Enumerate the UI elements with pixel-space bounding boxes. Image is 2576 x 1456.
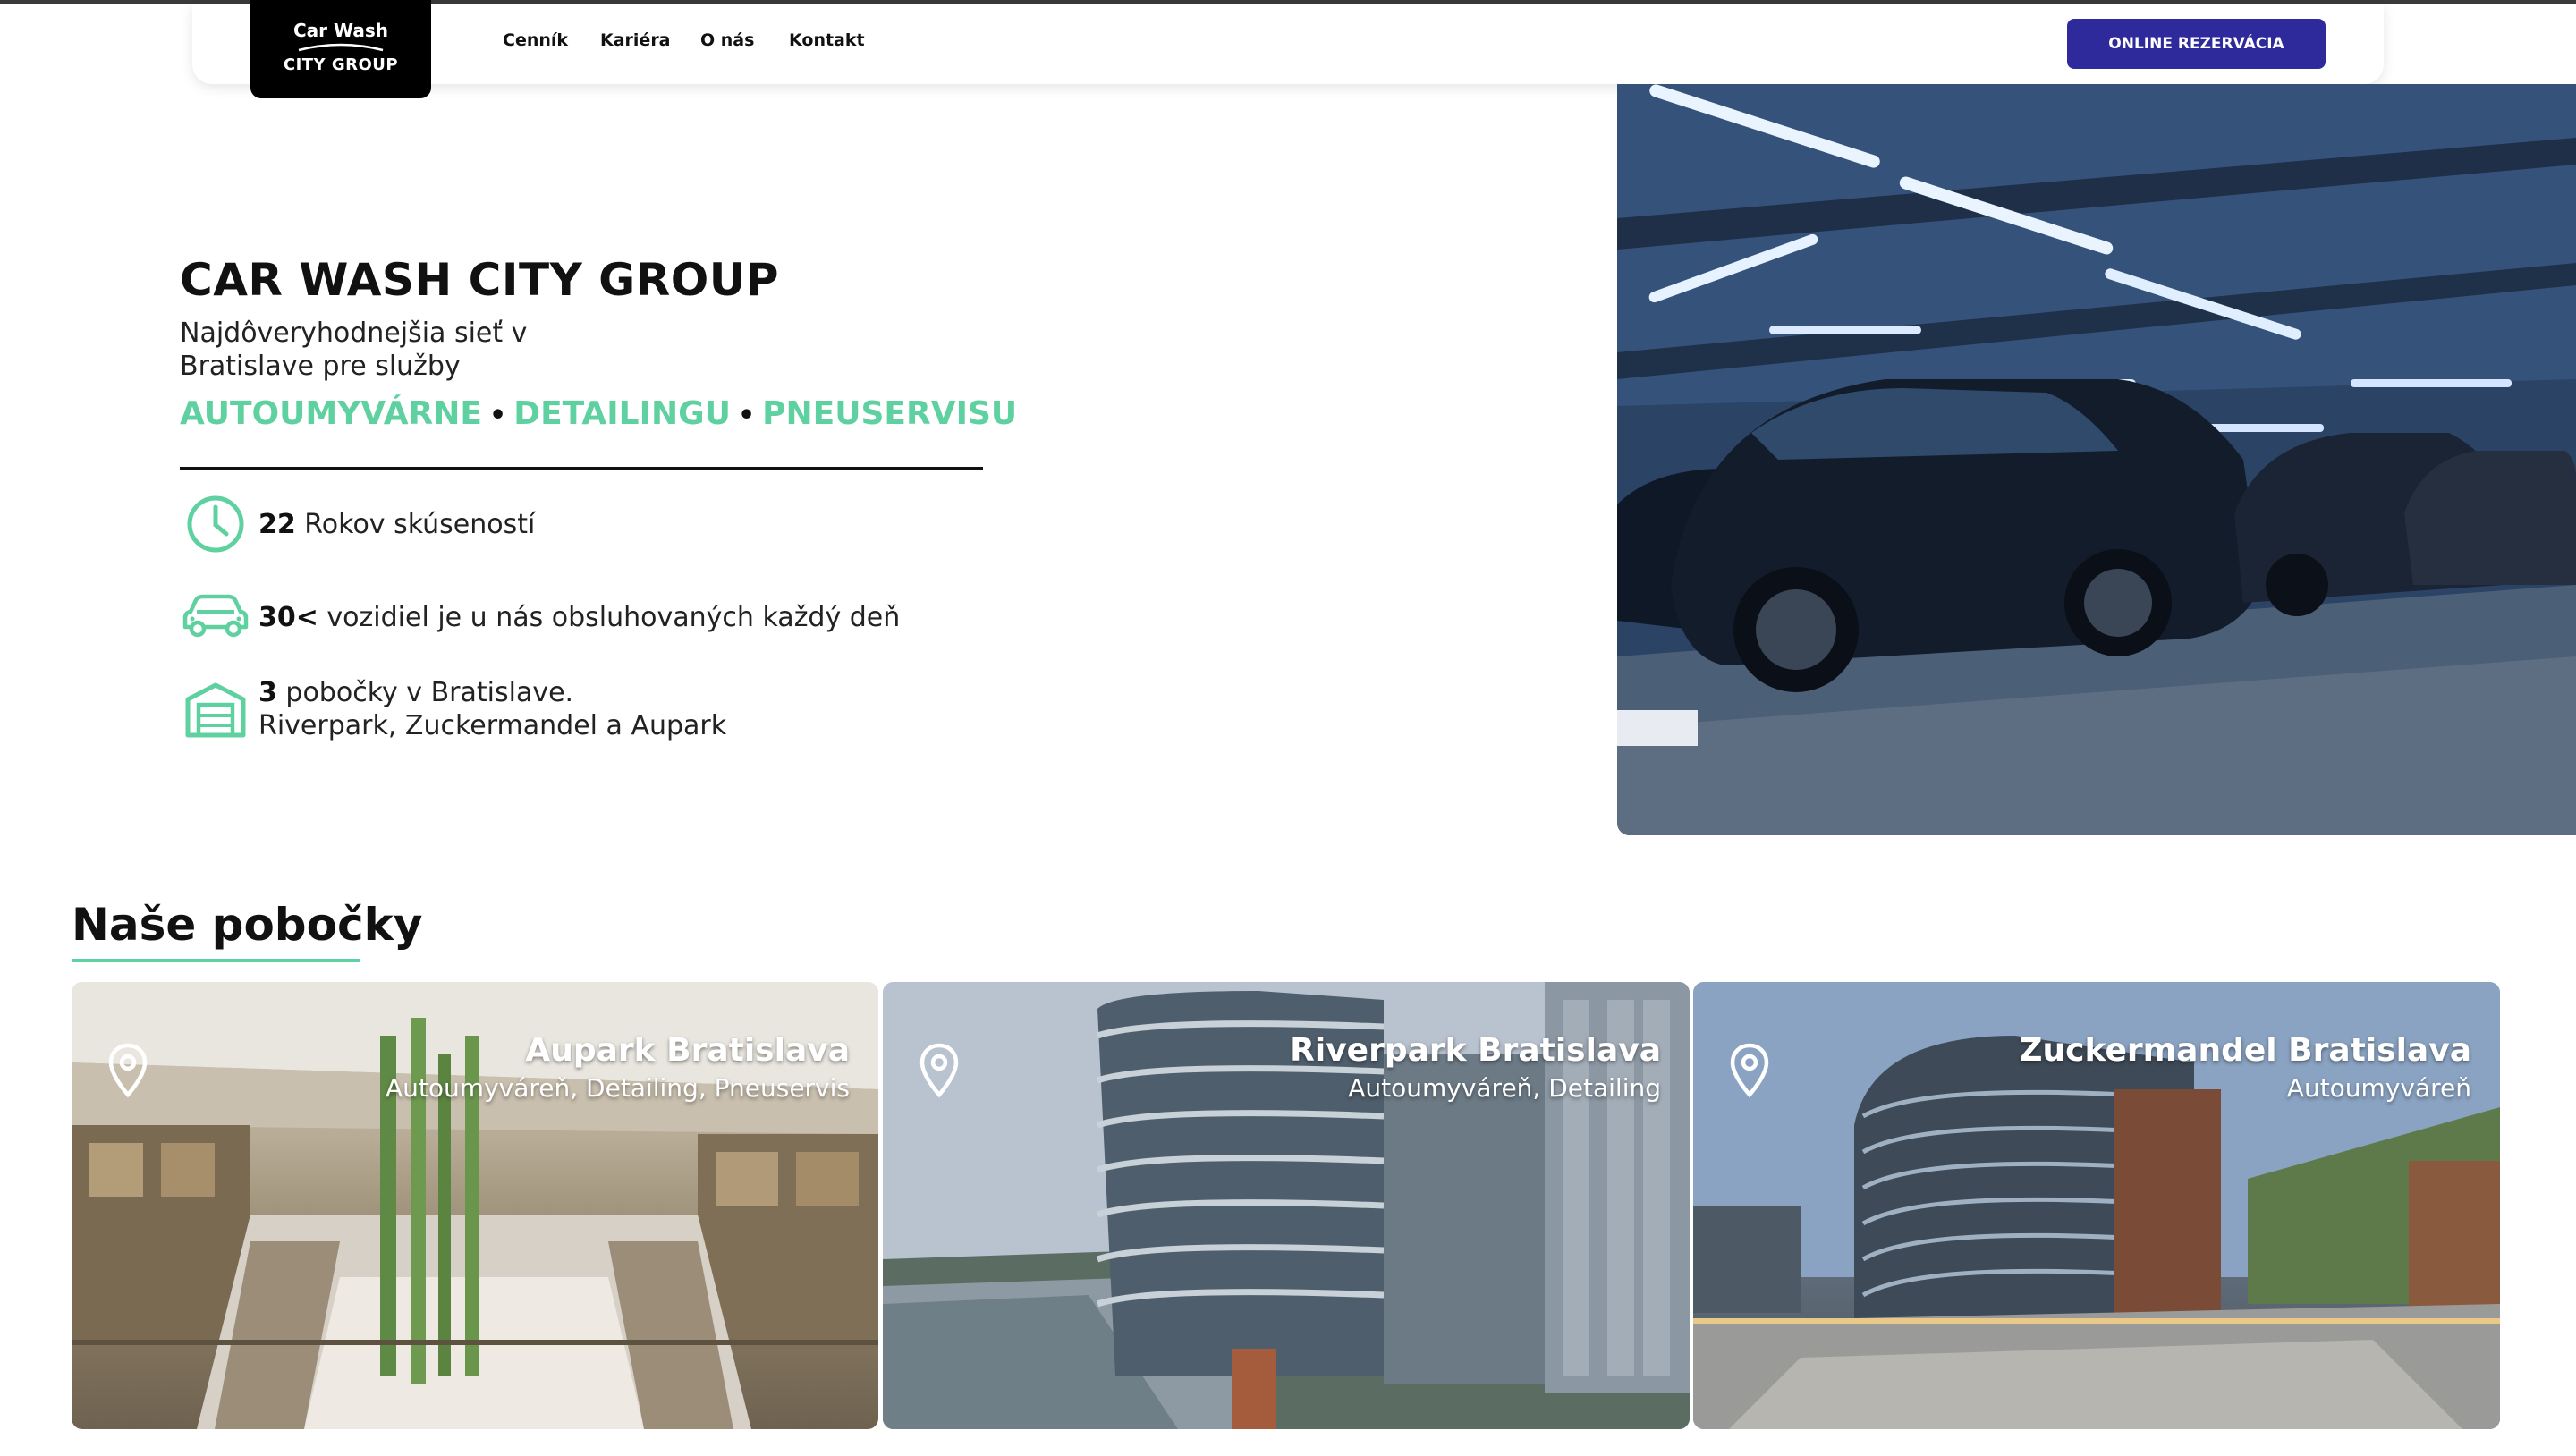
branch-card-riverpark[interactable]: Riverpark Bratislava Autoumyváreň, Detai…: [883, 982, 1690, 1429]
service-separator: •: [489, 400, 507, 431]
nav-item-kontakt[interactable]: Kontakt: [789, 30, 865, 50]
service-tire: PNEUSERVISU: [762, 395, 1018, 432]
hero-title: CAR WASH CITY GROUP: [180, 254, 779, 306]
nav-item-o-nas[interactable]: O nás: [700, 30, 754, 50]
branch-services: Autoumyváreň: [2286, 1073, 2471, 1103]
location-pin-icon: [1730, 1043, 1769, 1098]
branch-name: Aupark Bratislava: [525, 1032, 850, 1069]
clock-icon: [187, 495, 244, 553]
stat-years-label: Rokov skúseností: [295, 509, 536, 540]
car-wash-scene: [1617, 84, 2576, 835]
branch-card-aupark[interactable]: Aupark Bratislava Autoumyváreň, Detailin…: [72, 982, 878, 1429]
branch-card-zuckermandel[interactable]: Zuckermandel Bratislava Autoumyváreň: [1693, 982, 2500, 1429]
logo-line1: Car Wash: [293, 20, 388, 41]
stat-years-value: 22: [258, 509, 296, 540]
service-carwash: AUTOUMYVÁRNE: [180, 395, 482, 432]
branches-title-underline: [72, 959, 360, 962]
car-icon: [182, 594, 249, 638]
online-reservation-button[interactable]: ONLINE REZERVÁCIA: [2067, 19, 2326, 69]
stat-vehicles-label: vozidiel je u nás obsluhovaných každý de…: [318, 602, 901, 633]
branch-name: Zuckermandel Bratislava: [2019, 1032, 2471, 1069]
service-separator: •: [737, 400, 756, 431]
stat-vehicles: 30< vozidiel je u nás obsluhovaných každ…: [258, 601, 900, 634]
branch-services: Autoumyváreň, Detailing: [1348, 1073, 1661, 1103]
stat-branches: 3 pobočky v Bratislave. Riverpark, Zucke…: [258, 676, 726, 742]
branches-title: Naše pobočky: [72, 899, 423, 951]
service-detailing: DETAILINGU: [513, 395, 731, 432]
logo-swoosh-icon: [298, 43, 384, 52]
nav-item-cennik[interactable]: Cenník: [503, 30, 568, 50]
garage-icon: [185, 682, 246, 738]
location-pin-icon: [919, 1043, 959, 1098]
hero-divider: [180, 467, 983, 470]
stat-years: 22 Rokov skúseností: [258, 508, 535, 541]
stat-vehicles-value: 30<: [258, 602, 318, 633]
hero-car-wash-image: [1617, 84, 2576, 835]
nav-item-kariera[interactable]: Kariéra: [600, 30, 671, 50]
hero-services: AUTOUMYVÁRNE • DETAILINGU • PNEUSERVISU: [180, 395, 1017, 432]
hero-subtitle: Najdôveryhodnejšia sieť v Bratislave pre…: [180, 317, 528, 382]
location-pin-icon: [108, 1043, 148, 1098]
stat-branches-list: Riverpark, Zuckermandel a Aupark: [258, 710, 727, 741]
branch-name: Riverpark Bratislava: [1290, 1032, 1661, 1069]
logo-line2: CITY GROUP: [283, 55, 399, 74]
stat-branches-label: pobočky v Bratislave.: [276, 677, 574, 708]
branch-services: Autoumyváreň, Detailing, Pneuservis: [386, 1073, 850, 1103]
stat-branches-value: 3: [258, 677, 277, 708]
logo[interactable]: Car Wash CITY GROUP: [250, 0, 431, 98]
